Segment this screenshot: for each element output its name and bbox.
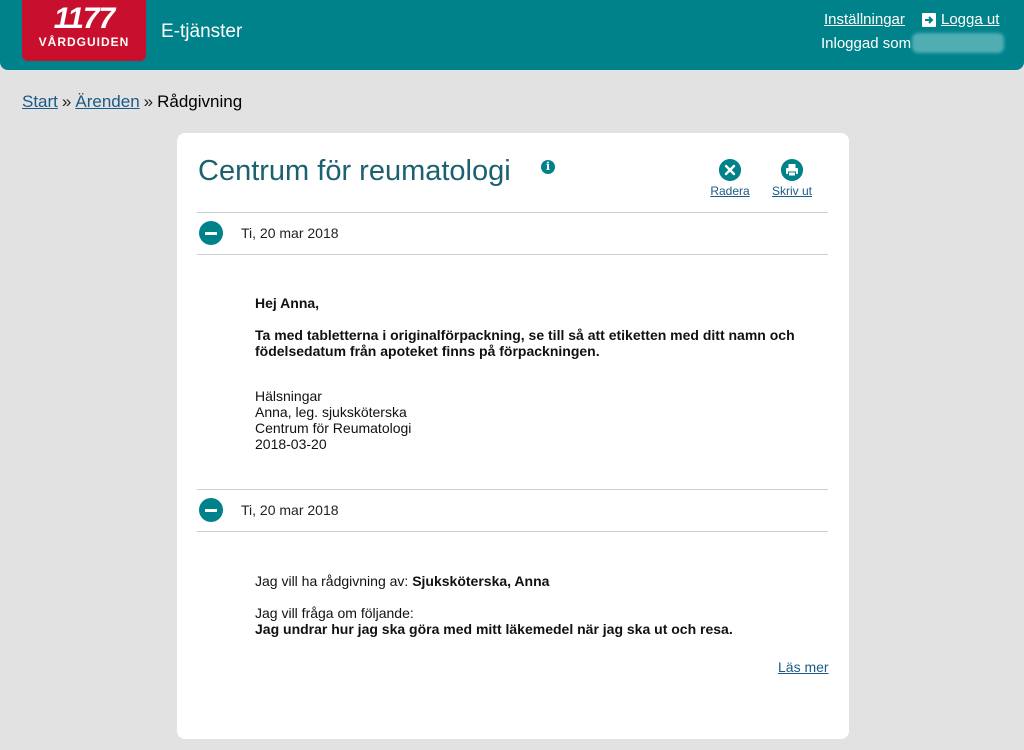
signature-line: Hälsningar <box>255 388 322 404</box>
delete-button[interactable]: Radera <box>700 159 760 198</box>
message-header[interactable]: Ti, 20 mar 2018 <box>197 212 828 254</box>
breadcrumb-separator: » <box>143 92 154 111</box>
printer-icon <box>781 159 803 181</box>
message-header[interactable]: Ti, 20 mar 2018 <box>197 489 828 531</box>
divider <box>197 254 828 255</box>
logo-1177-vardguiden[interactable]: 1177 VÅRDGUIDEN <box>22 0 146 61</box>
signature-line: Anna, leg. sjuksköterska <box>255 404 407 420</box>
logo-text: VÅRDGUIDEN <box>38 35 130 49</box>
advice-value: Sjuksköterska, Anna <box>412 573 550 589</box>
logout-label: Logga ut <box>941 11 1000 28</box>
advice-prefix: Jag vill ha rådgivning av: <box>255 573 413 589</box>
logout-icon <box>922 12 936 27</box>
logo-number: 1177 <box>53 2 116 35</box>
question-label: Jag vill fråga om följande: <box>255 605 414 621</box>
delete-label: Radera <box>710 184 750 198</box>
signature-line: Centrum för Reumatologi <box>255 420 412 436</box>
close-icon <box>719 159 741 181</box>
print-button[interactable]: Skriv ut <box>762 159 822 198</box>
message-date: Ti, 20 mar 2018 <box>241 225 339 241</box>
print-label: Skriv ut <box>771 184 812 198</box>
breadcrumb-start[interactable]: Start <box>22 92 58 111</box>
logged-in-label: Inloggad som <box>821 35 912 52</box>
case-card: Centrum för reumatologi i Radera Skriv u… <box>177 133 849 739</box>
collapse-icon[interactable] <box>199 498 223 522</box>
message-greeting: Hej Anna, <box>255 295 320 311</box>
breadcrumb-arenden[interactable]: Ärenden <box>75 92 139 111</box>
info-icon[interactable]: i <box>541 160 555 174</box>
message-date: Ti, 20 mar 2018 <box>241 502 339 518</box>
message-body-line: Ta med tabletterna i originalförpackning… <box>255 327 795 343</box>
settings-link[interactable]: Inställningar <box>824 11 905 28</box>
breadcrumb-separator: » <box>61 92 72 111</box>
breadcrumb-current: Rådgivning <box>157 92 243 111</box>
read-more-link[interactable]: Läs mer <box>778 659 829 675</box>
message-body-line: födelsedatum från apoteket finns på förp… <box>255 343 600 359</box>
logout-link[interactable]: Logga ut <box>921 11 999 28</box>
question-text: Jag undrar hur jag ska göra med mitt läk… <box>255 621 733 637</box>
collapse-icon[interactable] <box>199 221 223 245</box>
top-header: 1177 VÅRDGUIDEN E-tjänster Inställningar… <box>0 0 1024 70</box>
blurred-user-name <box>912 33 1004 53</box>
app-title: E-tjänster <box>161 21 243 42</box>
signature-line: 2018-03-20 <box>255 436 327 452</box>
advice-line: Jag vill ha rådgivning av: Sjuksköterska… <box>255 573 549 589</box>
page-title: Centrum för reumatologi <box>198 155 511 187</box>
breadcrumb: Start» Ärenden» Rådgivning <box>22 92 242 112</box>
divider <box>197 531 828 532</box>
